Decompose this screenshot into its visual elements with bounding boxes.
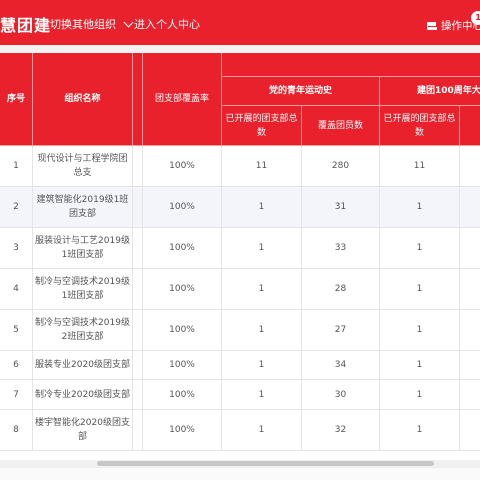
- personal-center-link[interactable]: 进入个人中心: [134, 16, 200, 32]
- cell-a-branches: 1: [222, 269, 302, 310]
- cell-a-members: 33: [302, 228, 380, 269]
- cell-index: 1: [0, 146, 33, 187]
- switch-organization-menu[interactable]: 切换其他组织: [50, 16, 134, 32]
- header-members-covered: 覆盖团员数: [302, 106, 380, 146]
- cell-next: [460, 269, 480, 310]
- cell-spacer: [133, 146, 143, 187]
- cell-a-branches: 11: [222, 146, 302, 187]
- statistics-table: 序号 组织名称 团支部覆盖率 党的青年运动史 建团100周年大会 已开展的团支部…: [0, 53, 480, 460]
- header-branches-total-b: 已开展的团支部总数: [380, 106, 460, 146]
- cell-next: [460, 146, 480, 187]
- cell-index: 8: [0, 410, 33, 451]
- header-org-name: 组织名称: [33, 53, 133, 146]
- cell-a-branches: 1: [222, 228, 302, 269]
- header-branches-total: 已开展的团支部总数: [222, 106, 302, 146]
- cell-next: [460, 351, 480, 380]
- cell-b-branches: 1: [380, 187, 460, 228]
- cell-a-branches: 1: [222, 410, 302, 451]
- cell-spacer: [133, 269, 143, 310]
- cell-org-name[interactable]: 服装设计与工艺2019级1班团支部: [33, 228, 133, 269]
- cell-coverage: 100%: [143, 351, 222, 380]
- cell-spacer: [133, 187, 143, 228]
- cell-org-name[interactable]: 服装专业2020级团支部: [33, 351, 133, 380]
- header-index: 序号: [0, 53, 33, 146]
- cell-spacer: [133, 380, 143, 410]
- mail-icon: [427, 21, 437, 30]
- horizontal-scrollbar-thumb[interactable]: [97, 461, 434, 466]
- cell-a-branches: 1: [222, 351, 302, 380]
- brand-title: 慧团建: [0, 16, 52, 35]
- cell-index: 6: [0, 351, 33, 380]
- cell-spacer: [133, 410, 143, 451]
- cell-b-branches: 1: [380, 228, 460, 269]
- cell-a-branches: 1: [222, 380, 302, 410]
- cell-next: [460, 187, 480, 228]
- top-navigation-bar: 慧团建 切换其他组织 进入个人中心 操作中心 1: [0, 0, 480, 45]
- cell-next: [460, 410, 480, 451]
- cell-org-name[interactable]: 楼宇智能化2020级团支部: [33, 410, 133, 451]
- cell-coverage: 100%: [143, 146, 222, 187]
- cell-coverage: 100%: [143, 410, 222, 451]
- cell-coverage: 100%: [143, 269, 222, 310]
- cell-spacer: [133, 310, 143, 351]
- cell-index: 3: [0, 228, 33, 269]
- header-next-col: [460, 106, 480, 146]
- cell-b-branches: 1: [380, 269, 460, 310]
- cell-org-name[interactable]: 制冷与空调技术2019级2班团支部: [33, 310, 133, 351]
- header-spacer: [0, 45, 480, 53]
- cell-coverage: 100%: [143, 310, 222, 351]
- cell-next: [460, 228, 480, 269]
- cell-a-members: 34: [302, 351, 380, 380]
- header-group-100th-anniversary: 建团100周年大会: [380, 77, 480, 106]
- cell-b-branches: 1: [380, 310, 460, 351]
- cell-b-branches: 1: [380, 410, 460, 451]
- header-group-youth-movement-history: 党的青年运动史: [222, 77, 380, 106]
- cell-org-name[interactable]: 制冷与空调技术2019级1班团支部: [33, 269, 133, 310]
- cell-spacer: [133, 228, 143, 269]
- header-top-band: [222, 53, 480, 77]
- cell-b-branches: 11: [380, 146, 460, 187]
- cell-org-name[interactable]: 建筑智能化2019级1班团支部: [33, 187, 133, 228]
- cell-next: [460, 310, 480, 351]
- cell-org-name[interactable]: 制冷专业2020级团支部: [33, 380, 133, 410]
- cell-org-name[interactable]: 现代设计与工程学院团总支: [33, 146, 133, 187]
- cell-a-members: 30: [302, 380, 380, 410]
- cell-a-members: 27: [302, 310, 380, 351]
- cell-coverage: 100%: [143, 228, 222, 269]
- cell-index: 2: [0, 187, 33, 228]
- header-spacer-col: [133, 53, 143, 146]
- cell-a-branches: 1: [222, 187, 302, 228]
- cell-spacer: [133, 351, 143, 380]
- cell-b-branches: 1: [380, 351, 460, 380]
- cell-next: [460, 380, 480, 410]
- cell-index: 4: [0, 269, 33, 310]
- cell-a-members: 32: [302, 410, 380, 451]
- cell-a-members: 280: [302, 146, 380, 187]
- cell-a-branches: 1: [222, 310, 302, 351]
- notification-badge[interactable]: 1: [471, 11, 480, 25]
- chevron-down-icon: [123, 17, 134, 28]
- cell-index: 5: [0, 310, 33, 351]
- cell-a-members: 28: [302, 269, 380, 310]
- cell-b-branches: 1: [380, 380, 460, 410]
- cell-coverage: 100%: [143, 187, 222, 228]
- cell-a-members: 31: [302, 187, 380, 228]
- cell-coverage: 100%: [143, 380, 222, 410]
- switch-organization-label: 切换其他组织: [50, 18, 116, 31]
- bottom-area: [0, 468, 480, 480]
- cell-index: 7: [0, 380, 33, 410]
- header-coverage-rate: 团支部覆盖率: [143, 53, 222, 146]
